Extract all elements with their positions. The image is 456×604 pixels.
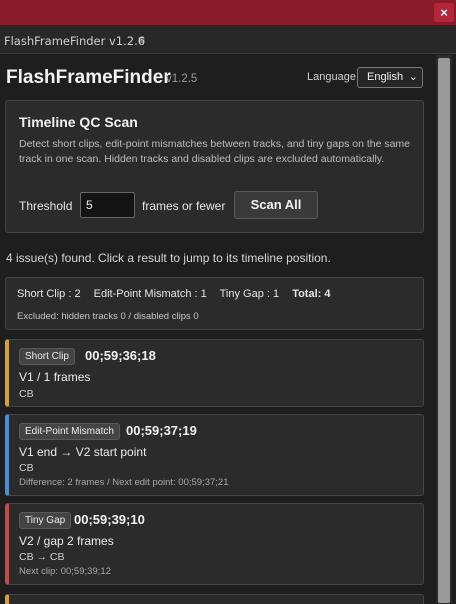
issue-card-partial[interactable] (5, 594, 424, 604)
language-label: Language (307, 71, 356, 83)
issue-main: V1 / 1 frames (19, 370, 91, 384)
panel-content: FlashFrameFinder v1.2.5 Language English… (0, 55, 434, 604)
issue-card[interactable]: Short Clip 00;59;36;18 V1 / 1 frames CB (5, 339, 424, 407)
scrollbar-thumb[interactable] (438, 58, 450, 603)
chevron-down-icon: ⌄ (408, 71, 418, 83)
hamburger-menu-icon[interactable]: ≡ (138, 33, 145, 47)
issue-timecode: 00;59;37;19 (126, 423, 197, 438)
issue-main: V1 end → V2 start point (19, 445, 147, 459)
panel-tabbar: FlashFrameFinder v1.2.6 ≡ (0, 26, 456, 54)
threshold-label: Threshold (19, 199, 73, 213)
scan-title: Timeline QC Scan (19, 114, 138, 130)
threshold-suffix: frames or fewer (142, 199, 226, 213)
issue-sub: CB (19, 388, 34, 400)
issue-timecode: 00;59;36;18 (85, 348, 156, 363)
close-icon[interactable]: × (434, 3, 454, 22)
issue-card[interactable]: Tiny Gap 00;59;39;10 V2 / gap 2 frames C… (5, 503, 424, 585)
counts-row: Short Clip : 2 Edit-Point Mismatch : 1 T… (17, 288, 340, 300)
issue-sub: CB → CB (19, 551, 65, 563)
total-count: Total: 4 (292, 288, 331, 300)
excluded-summary: Excluded: hidden tracks 0 / disabled cli… (17, 311, 199, 322)
app-version: v1.2.5 (166, 73, 198, 85)
mismatch-count: Edit-Point Mismatch : 1 (93, 288, 207, 300)
short-clip-count: Short Clip : 2 (17, 288, 81, 300)
issue-main: V2 / gap 2 frames (19, 534, 114, 548)
issue-type-badge: Edit-Point Mismatch (19, 423, 120, 440)
scan-description: Detect short clips, edit-point mismatche… (19, 138, 411, 165)
issue-type-badge: Short Clip (19, 348, 75, 365)
counts-summary: Short Clip : 2 Edit-Point Mismatch : 1 T… (5, 277, 424, 330)
scan-all-button[interactable]: Scan All (234, 191, 318, 219)
scan-panel: Timeline QC Scan Detect short clips, edi… (5, 100, 424, 233)
issue-type-badge: Tiny Gap (19, 512, 72, 529)
app-title: FlashFrameFinder (6, 67, 171, 88)
results-summary: 4 issue(s) found. Click a result to jump… (6, 251, 331, 265)
tiny-gap-count: Tiny Gap : 1 (219, 288, 280, 300)
issue-sub: CB (19, 462, 34, 474)
issue-detail: Difference: 2 frames / Next edit point: … (19, 477, 229, 488)
window-titlebar: × (0, 0, 456, 26)
language-value: English (367, 71, 404, 83)
panel-tab-title[interactable]: FlashFrameFinder v1.2.6 (4, 34, 145, 48)
issue-detail: Next clip: 00;59;39;12 (19, 566, 111, 577)
issue-timecode: 00;59;39;10 (74, 512, 145, 527)
issue-card[interactable]: Edit-Point Mismatch 00;59;37;19 V1 end →… (5, 414, 424, 496)
threshold-input[interactable]: 5 (80, 192, 135, 218)
language-select[interactable]: English ⌄ (357, 67, 423, 88)
